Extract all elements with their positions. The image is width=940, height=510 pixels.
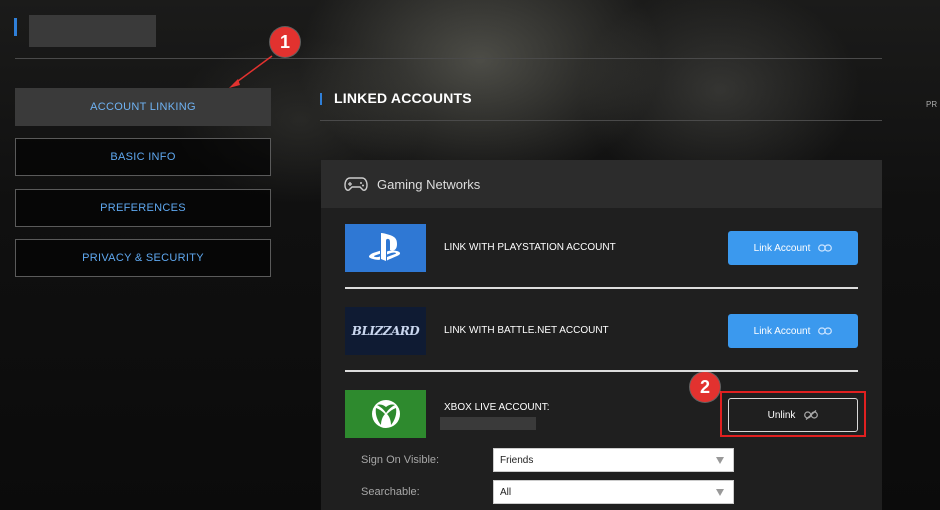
header-divider [15, 58, 882, 59]
page-title: LINKED ACCOUNTS [334, 90, 472, 106]
sidebar-item-preferences[interactable]: PREFERENCES [15, 189, 271, 227]
xbox-logo [345, 390, 426, 438]
gamepad-icon [344, 177, 368, 191]
sidebar-item-account-linking[interactable]: ACCOUNT LINKING [15, 88, 271, 126]
dropdown-caret-icon [716, 489, 724, 496]
header-accent-bar [14, 18, 17, 36]
link-icon [818, 327, 833, 335]
sidebar-item-label: PRIVACY & SECURITY [82, 252, 204, 264]
redacted-username [29, 15, 156, 47]
sidebar-item-label: ACCOUNT LINKING [90, 101, 196, 113]
xbox-account-label: XBOX LIVE ACCOUNT: [444, 402, 550, 413]
sidebar-item-label: PREFERENCES [100, 202, 186, 214]
panel-header: Gaming Networks [321, 160, 882, 208]
step-badge-2: 2 [690, 372, 720, 402]
blizzard-logo: BLIZZARD [345, 307, 426, 355]
select-value: All [500, 486, 512, 498]
gaming-networks-panel: Gaming Networks LINK WITH PLAYSTATION AC… [321, 160, 882, 510]
section-divider [320, 120, 882, 121]
sign-on-visible-select[interactable]: Friends [493, 448, 734, 472]
clipped-edge-text: PR [926, 100, 938, 109]
unlink-highlight-box [720, 391, 866, 437]
sidebar-item-basic-info[interactable]: BASIC INFO [15, 138, 271, 176]
panel-title: Gaming Networks [377, 177, 481, 192]
battlenet-link-label: LINK WITH BATTLE.NET ACCOUNT [444, 325, 609, 336]
blizzard-logo-text: BLIZZARD [351, 324, 420, 338]
battlenet-link-account-button[interactable]: Link Account [728, 314, 858, 348]
dropdown-caret-icon [716, 457, 724, 464]
step-badge-1: 1 [270, 27, 300, 57]
searchable-select[interactable]: All [493, 480, 734, 504]
link-icon [818, 244, 833, 252]
row-divider [345, 287, 858, 289]
row-divider [345, 370, 858, 372]
searchable-label: Searchable: [361, 486, 420, 498]
xbox-icon [371, 400, 400, 428]
sign-on-visible-label: Sign On Visible: [361, 454, 440, 466]
section-accent-bar [320, 93, 322, 105]
playstation-logo [345, 224, 426, 272]
playstation-icon [368, 233, 400, 261]
playstation-link-label: LINK WITH PLAYSTATION ACCOUNT [444, 242, 616, 253]
sidebar-item-label: BASIC INFO [110, 151, 176, 163]
button-label: Link Account [753, 325, 811, 337]
playstation-link-account-button[interactable]: Link Account [728, 231, 858, 265]
select-value: Friends [500, 454, 534, 466]
redacted-gamertag [440, 417, 536, 430]
sidebar-item-privacy-security[interactable]: PRIVACY & SECURITY [15, 239, 271, 277]
button-label: Link Account [753, 242, 811, 254]
